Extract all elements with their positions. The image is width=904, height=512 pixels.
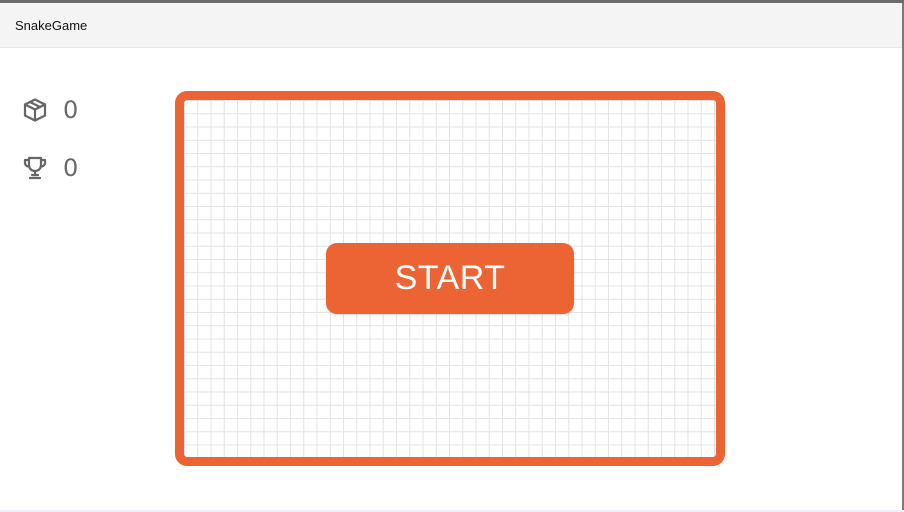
best-score-display: 0 (22, 153, 78, 183)
score-display: 0 (22, 95, 78, 125)
best-score-value: 0 (63, 154, 79, 182)
app-title: SnakeGame (15, 18, 88, 33)
trophy-icon (22, 155, 48, 181)
start-button[interactable]: START (326, 243, 574, 314)
title-bar[interactable]: SnakeGame (0, 3, 904, 48)
box-icon (22, 97, 48, 123)
score-value: 0 (63, 96, 79, 124)
app-window: SnakeGame 0 0 START (0, 0, 904, 512)
